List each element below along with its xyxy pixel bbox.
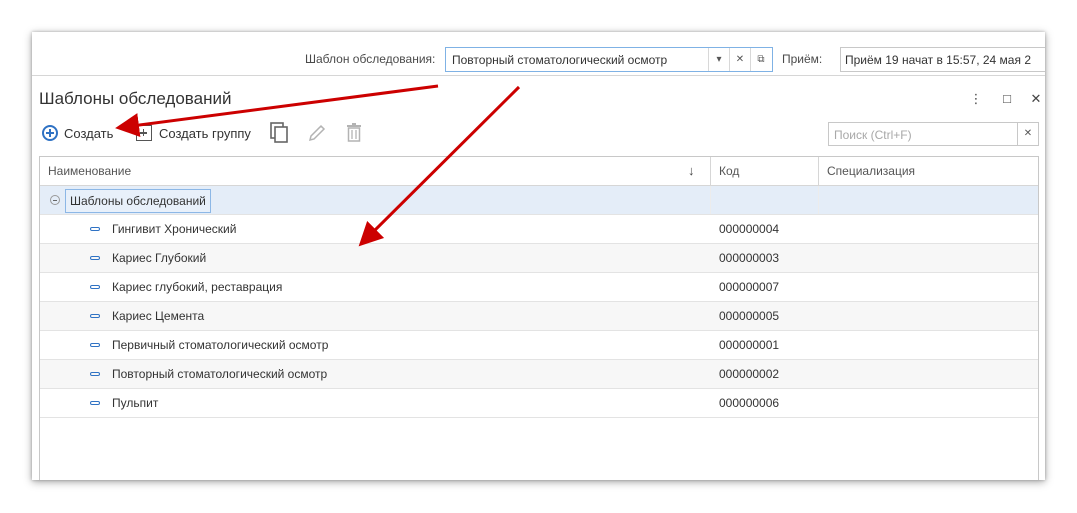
sort-arrow-icon[interactable]: ↓ (680, 157, 700, 185)
column-header-specialization[interactable]: Специализация (819, 157, 1038, 185)
row-name: Пульпит (112, 396, 159, 410)
create-label: Создать (64, 125, 114, 141)
document-header: Шаблон обследования: Повторный стоматоло… (32, 32, 1045, 75)
dropdown-arrow-icon[interactable]: ▾ (708, 48, 729, 71)
row-name: Кариес Цемента (112, 309, 205, 323)
item-icon (90, 401, 100, 405)
add-circle-icon (42, 125, 58, 141)
table-row[interactable]: Кариес Глубокий 000000003 (40, 244, 1038, 273)
item-icon (90, 372, 100, 376)
maximize-icon[interactable]: □ (998, 90, 1016, 108)
table-row[interactable]: Первичный стоматологический осмотр 00000… (40, 331, 1038, 360)
delete-icon[interactable] (344, 122, 364, 144)
group-row[interactable]: Шаблоны обследований (40, 186, 1038, 215)
reception-field[interactable]: Приём 19 начат в 15:57, 24 мая 2 (840, 47, 1045, 72)
template-field[interactable]: Повторный стоматологический осмотр ▾ ✕ ⧉ (445, 47, 773, 72)
create-group-label: Создать группу (159, 125, 251, 141)
copy-icon[interactable] (269, 121, 291, 145)
create-group-button[interactable]: Создать группу (136, 122, 251, 144)
item-icon (90, 285, 100, 289)
open-icon[interactable]: ⧉ (750, 48, 771, 71)
more-icon[interactable]: ⋮ (967, 90, 985, 108)
table-header: Наименование ↓ Код Специализация (40, 157, 1038, 186)
template-label: Шаблон обследования: (305, 52, 436, 66)
cell-divider (818, 186, 819, 214)
item-icon (90, 227, 100, 231)
table-row[interactable]: Повторный стоматологический осмотр 00000… (40, 360, 1038, 389)
cell-divider (710, 186, 711, 214)
item-icon (90, 343, 100, 347)
clear-icon[interactable]: ✕ (729, 48, 750, 71)
row-name: Кариес глубокий, реставрация (112, 280, 283, 294)
reception-label: Приём: (782, 52, 823, 66)
templates-form: Шаблоны обследований ⋮ □ ✕ Создать Созда… (32, 75, 1045, 480)
column-header-name[interactable]: Наименование (40, 157, 710, 185)
template-value[interactable]: Повторный стоматологический осмотр (452, 53, 667, 67)
row-code: 000000001 (719, 338, 780, 352)
collapse-icon[interactable] (50, 195, 60, 205)
table-row[interactable]: Кариес глубокий, реставрация 000000007 (40, 273, 1038, 302)
reception-value[interactable]: Приём 19 начат в 15:57, 24 мая 2 (845, 53, 1031, 67)
item-icon (90, 314, 100, 318)
edit-icon[interactable] (306, 122, 328, 144)
item-icon (90, 256, 100, 260)
row-code: 000000007 (719, 280, 780, 294)
row-code: 000000003 (719, 251, 780, 265)
close-icon[interactable]: ✕ (1027, 90, 1045, 108)
search-placeholder: Поиск (Ctrl+F) (834, 128, 912, 142)
row-code: 000000005 (719, 309, 780, 323)
row-code: 000000006 (719, 396, 780, 410)
row-name: Кариес Глубокий (112, 251, 207, 265)
search-clear-icon[interactable]: ✕ (1017, 123, 1038, 145)
table-row[interactable]: Гингивит Хронический 000000004 (40, 215, 1038, 244)
row-name: Гингивит Хронический (112, 222, 237, 236)
create-button[interactable]: Создать (42, 122, 113, 144)
table-row[interactable]: Пульпит 000000006 (40, 389, 1038, 418)
row-name: Первичный стоматологический осмотр (112, 338, 329, 352)
row-code: 000000002 (719, 367, 780, 381)
search-input[interactable]: Поиск (Ctrl+F) ✕ (828, 122, 1039, 146)
form-title: Шаблоны обследований (39, 89, 232, 108)
add-group-icon (136, 125, 152, 141)
row-name: Повторный стоматологический осмотр (112, 367, 328, 381)
app-window: Шаблон обследования: Повторный стоматоло… (32, 32, 1045, 480)
table-row[interactable]: Кариес Цемента 000000005 (40, 302, 1038, 331)
row-code: 000000004 (719, 222, 780, 236)
column-header-code[interactable]: Код (711, 157, 818, 185)
templates-table[interactable]: Наименование ↓ Код Специализация Шаблоны… (39, 156, 1039, 480)
group-label: Шаблоны обследований (65, 189, 211, 213)
